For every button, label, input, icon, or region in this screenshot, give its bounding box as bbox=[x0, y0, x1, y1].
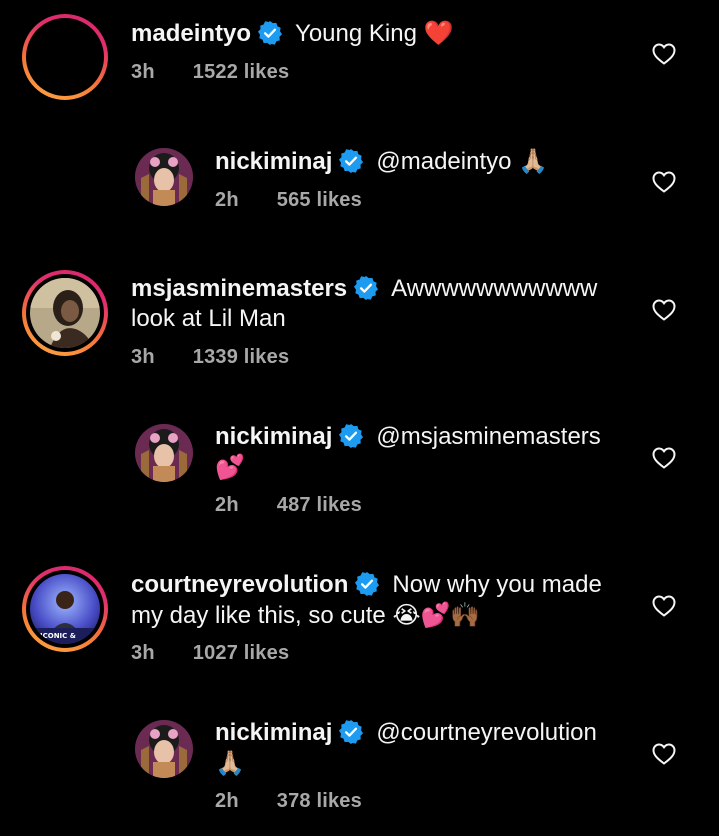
likes-count[interactable]: 487 likes bbox=[277, 494, 362, 516]
timestamp: 3h bbox=[131, 642, 155, 664]
comment-meta: 3h 1522 likes bbox=[131, 61, 289, 84]
like-heart-icon[interactable] bbox=[652, 171, 676, 193]
username[interactable]: courtneyrevolution bbox=[131, 571, 348, 598]
like-heart-icon[interactable] bbox=[652, 43, 676, 65]
verified-badge-icon bbox=[354, 571, 380, 597]
reply-text: nickiminaj @courtneyrevolution 🙏🏼 bbox=[215, 719, 597, 777]
comment-meta: 3h 1339 likes bbox=[131, 346, 289, 369]
heart-emoji: ❤️ bbox=[423, 19, 454, 47]
likes-count[interactable]: 1027 likes bbox=[193, 642, 290, 664]
emojis: 😭💕🙌🏾 bbox=[392, 601, 481, 629]
comments-feed: madeintyo Young King ❤️ 3h 1522 likes nick… bbox=[0, 0, 719, 836]
comment-meta: 3h 1027 likes bbox=[131, 642, 289, 665]
hearts-emoji: 💕 bbox=[215, 453, 245, 481]
avatar[interactable] bbox=[22, 14, 108, 100]
verified-badge-icon bbox=[338, 423, 364, 449]
username[interactable]: madeintyo bbox=[131, 20, 251, 47]
like-heart-icon[interactable] bbox=[652, 299, 676, 321]
timestamp: 3h bbox=[131, 346, 155, 368]
avatar[interactable] bbox=[135, 720, 193, 778]
pray-emoji: 🙏🏼 bbox=[215, 749, 245, 777]
like-heart-icon[interactable] bbox=[652, 743, 676, 765]
comment-text: courtneyrevolution Now why you made my da… bbox=[131, 571, 602, 629]
likes-count[interactable]: 378 likes bbox=[277, 790, 362, 812]
timestamp: 2h bbox=[215, 494, 239, 516]
timestamp: 3h bbox=[131, 61, 155, 83]
verified-badge-icon bbox=[338, 148, 364, 174]
comment-text: msjasminemasters Awwwwwwwwwww look at Lil… bbox=[131, 275, 598, 332]
avatar[interactable] bbox=[135, 148, 193, 206]
verified-badge-icon bbox=[338, 719, 364, 745]
like-heart-icon[interactable] bbox=[652, 447, 676, 469]
svg-text:ICONIC &: ICONIC & bbox=[40, 632, 76, 640]
username[interactable]: nickiminaj bbox=[215, 423, 332, 450]
comment-text: madeintyo Young King ❤️ bbox=[131, 19, 454, 47]
avatar[interactable] bbox=[135, 424, 193, 482]
username[interactable]: msjasminemasters bbox=[131, 275, 347, 302]
username[interactable]: nickiminaj bbox=[215, 148, 332, 175]
verified-badge-icon bbox=[257, 20, 283, 46]
like-heart-icon[interactable] bbox=[652, 595, 676, 617]
likes-count[interactable]: 565 likes bbox=[277, 189, 362, 211]
avatar[interactable] bbox=[22, 270, 108, 356]
reply-meta: 2h 378 likes bbox=[215, 790, 362, 813]
timestamp: 2h bbox=[215, 790, 239, 812]
reply-meta: 2h 565 likes bbox=[215, 189, 362, 212]
likes-count[interactable]: 1339 likes bbox=[193, 346, 290, 368]
reply-text: nickiminaj @madeintyo 🙏🏼 bbox=[215, 147, 549, 175]
username[interactable]: nickiminaj bbox=[215, 719, 332, 746]
avatar[interactable]: ICONIC & bbox=[22, 566, 108, 652]
pray-emoji: 🙏🏼 bbox=[518, 147, 549, 175]
likes-count[interactable]: 1522 likes bbox=[193, 61, 290, 83]
reply-text: nickiminaj @msjasminemasters 💕 bbox=[215, 423, 601, 481]
timestamp: 2h bbox=[215, 189, 239, 211]
reply-meta: 2h 487 likes bbox=[215, 494, 362, 517]
verified-badge-icon bbox=[353, 275, 379, 301]
